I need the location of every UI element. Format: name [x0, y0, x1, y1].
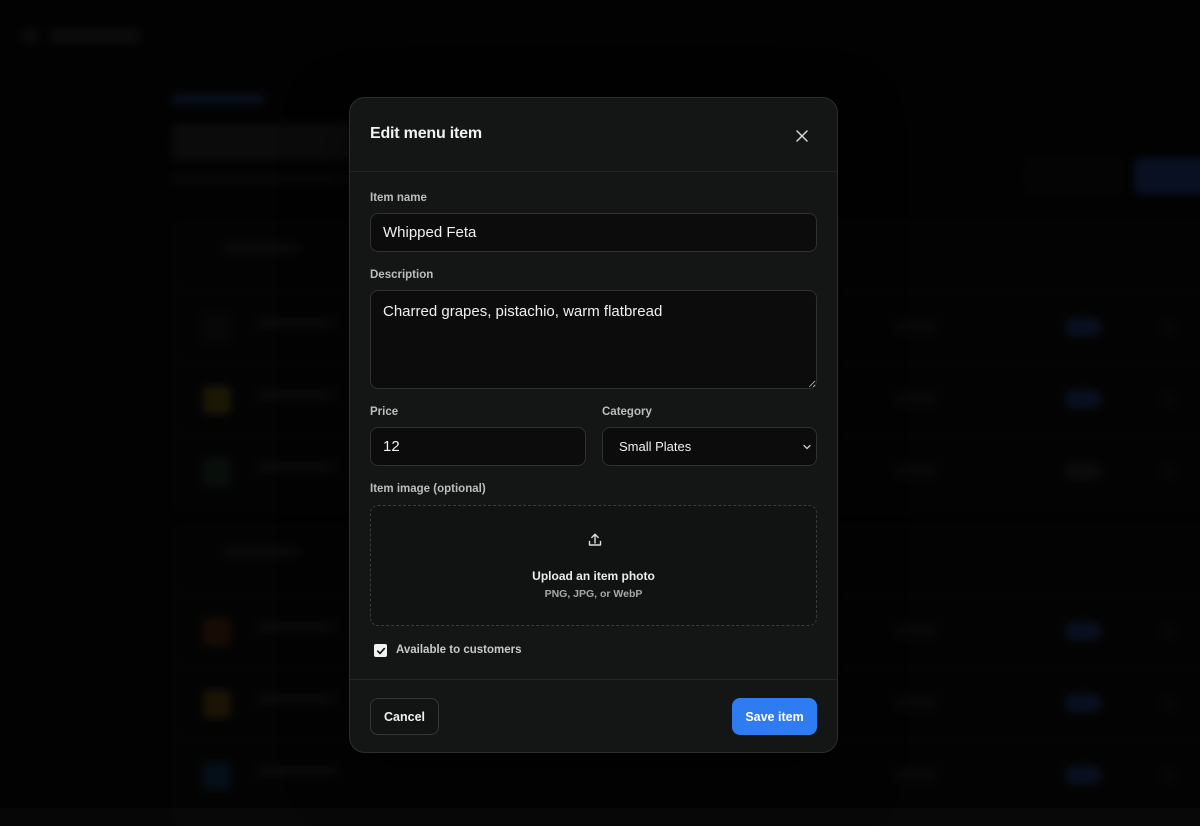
modal-header: Edit menu item	[350, 98, 837, 172]
image-upload-dropzone[interactable]: Upload an item photo PNG, JPG, or WebP	[370, 505, 817, 626]
upload-icon	[588, 533, 602, 546]
category-selected-value: Small Plates	[619, 439, 692, 454]
available-checkbox[interactable]	[374, 644, 387, 657]
modal-title: Edit menu item	[370, 125, 482, 142]
price-input[interactable]	[370, 427, 586, 466]
item-image-label: Item image (optional)	[370, 483, 486, 495]
chevron-down-icon	[803, 444, 811, 450]
item-name-label: Item name	[370, 192, 427, 204]
category-label: Category	[602, 406, 652, 418]
available-label[interactable]: Available to customers	[396, 644, 521, 656]
description-textarea[interactable]: Charred grapes, pistachio, warm flatbrea…	[370, 290, 817, 389]
modal-footer: Cancel Save item	[350, 679, 837, 754]
upload-hint: PNG, JPG, or WebP	[544, 588, 643, 600]
price-label: Price	[370, 406, 399, 418]
description-label: Description	[370, 269, 434, 281]
item-name-input[interactable]	[370, 213, 817, 252]
upload-title: Upload an item photo	[532, 569, 655, 583]
save-item-button[interactable]: Save item	[732, 698, 817, 735]
close-button[interactable]	[791, 125, 813, 147]
cancel-button[interactable]: Cancel	[370, 698, 439, 735]
close-icon	[796, 130, 808, 142]
checkmark-icon	[376, 647, 385, 654]
category-select[interactable]: Small Plates	[602, 427, 817, 466]
edit-item-modal: Edit menu item Item name Description Cha…	[349, 97, 838, 753]
